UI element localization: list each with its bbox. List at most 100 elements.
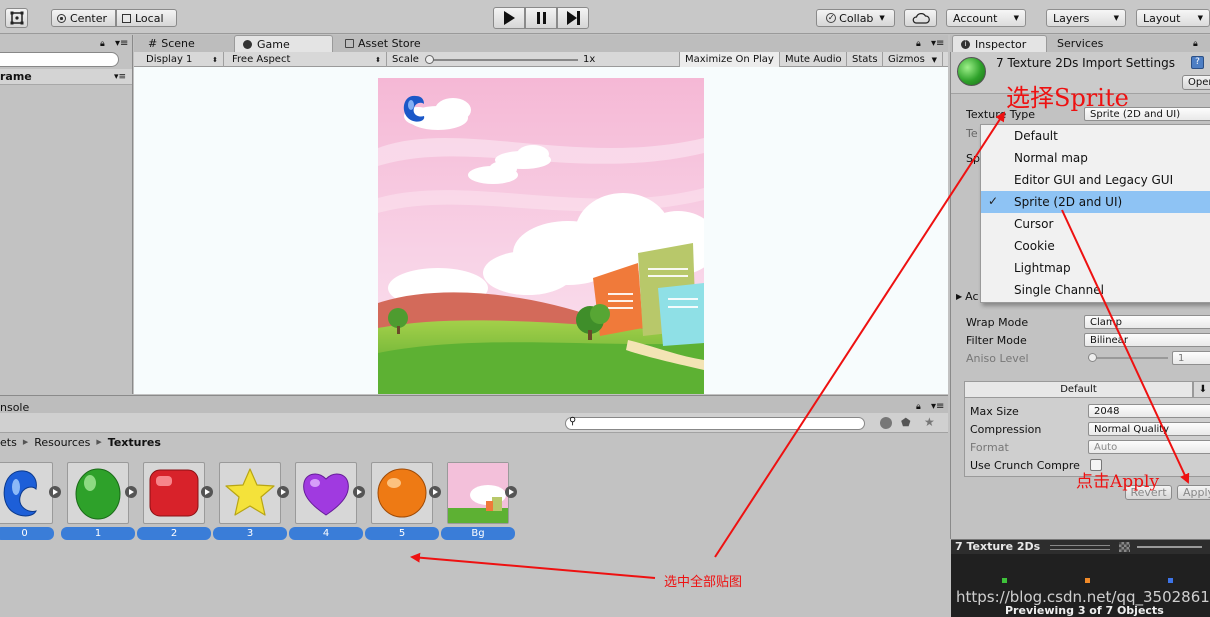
maximize-on-play-toggle[interactable]: Maximize On Play xyxy=(679,52,780,67)
layout-dropdown[interactable]: Layout ▼ xyxy=(1136,9,1210,27)
filter-by-type-icon[interactable] xyxy=(880,417,892,429)
aniso-level-input[interactable]: 1 xyxy=(1172,351,1210,365)
favorites-star-icon[interactable]: ★ xyxy=(924,415,935,429)
texture-shape-label-partial: Te xyxy=(966,127,978,140)
display-dropdown[interactable]: Display 1 ⬍ xyxy=(141,52,224,67)
account-dropdown[interactable]: Account ▼ xyxy=(946,9,1026,27)
checker-background-icon[interactable] xyxy=(1119,542,1130,552)
advanced-foldout[interactable]: ▶ Ac xyxy=(956,290,979,303)
menu-item-lightmap[interactable]: Lightmap xyxy=(981,257,1210,279)
scene-lock-icon[interactable]: 🔒︎ xyxy=(916,39,921,49)
asset-tile-2[interactable] xyxy=(143,462,205,524)
tab-services[interactable]: Services xyxy=(1057,37,1103,50)
menu-item-cursor[interactable]: Cursor xyxy=(981,213,1210,235)
gizmos-dropdown[interactable]: Gizmos ▼ xyxy=(883,52,943,67)
aspect-dropdown[interactable]: Free Aspect ⬍ xyxy=(227,52,387,67)
step-button[interactable] xyxy=(557,7,589,29)
local-label: Local xyxy=(135,11,164,25)
collab-dropdown[interactable]: ✓ Collab ▼ xyxy=(816,9,895,27)
aniso-level-slider[interactable] xyxy=(1088,357,1168,359)
layers-dropdown[interactable]: Layers ▼ xyxy=(1046,9,1126,27)
asset-tile-1[interactable] xyxy=(67,462,129,524)
asset-tile-3[interactable] xyxy=(219,462,281,524)
breadcrumb-assets[interactable]: ets xyxy=(0,436,17,449)
stats-toggle[interactable]: Stats xyxy=(847,52,883,67)
scale-slider[interactable] xyxy=(428,59,578,61)
tab-game[interactable]: Game xyxy=(234,35,333,52)
filter-by-label-icon[interactable]: ⬟ xyxy=(901,416,911,429)
collab-check-icon: ✓ xyxy=(826,13,837,23)
asset-label-4[interactable]: 4 xyxy=(289,527,363,540)
menu-item-normal-map[interactable]: Normal map xyxy=(981,147,1210,169)
menu-item-cookie[interactable]: Cookie xyxy=(981,235,1210,257)
wrap-mode-dropdown[interactable]: Clamp xyxy=(1084,315,1210,329)
layout-label: Layout xyxy=(1143,11,1181,25)
menu-item-single-channel[interactable]: Single Channel xyxy=(981,279,1210,301)
asset-tile-4[interactable] xyxy=(295,462,357,524)
project-lock-icon[interactable]: 🔒︎ xyxy=(916,402,921,412)
open-button[interactable]: Open xyxy=(1182,75,1210,90)
asset-label-3[interactable]: 3 xyxy=(213,527,287,540)
advanced-label-partial: Ac xyxy=(965,290,979,303)
tab-scene[interactable]: # Scene xyxy=(140,35,232,52)
tab-asset-store[interactable]: Asset Store xyxy=(337,35,447,52)
breadcrumb-textures[interactable]: Textures xyxy=(108,436,161,449)
compression-dropdown[interactable]: Normal Quality xyxy=(1088,422,1210,436)
asset-label-0[interactable]: 0 xyxy=(0,527,54,540)
asset-label-2[interactable]: 2 xyxy=(137,527,211,540)
inspector-lock-icon[interactable]: 🔒︎ xyxy=(1193,39,1198,49)
compression-value: Normal Quality xyxy=(1094,423,1170,435)
tab-asset-store-label: Asset Store xyxy=(358,37,421,50)
asset-expand-arrow-icon[interactable] xyxy=(201,486,213,498)
asset-label-5[interactable]: 5 xyxy=(365,527,439,540)
grid-icon: # xyxy=(148,37,158,50)
cloud-button[interactable] xyxy=(904,9,937,27)
asset-label-bg[interactable]: Bg xyxy=(441,527,515,540)
filter-mode-dropdown[interactable]: Bilinear xyxy=(1084,333,1210,347)
asset-expand-arrow-icon[interactable] xyxy=(429,486,441,498)
asset-tile-5[interactable] xyxy=(371,462,433,524)
menu-item-sprite[interactable]: Sprite (2D and UI) xyxy=(981,191,1210,213)
hierarchy-scene-row[interactable]: rame ▾≡ xyxy=(0,69,132,85)
max-size-dropdown[interactable]: 2048 xyxy=(1088,404,1210,418)
pivot-center-button[interactable]: Center xyxy=(51,9,116,27)
project-menu-icon[interactable]: ▾≡ xyxy=(931,401,944,412)
pivot-local-button[interactable]: Local xyxy=(116,9,177,27)
asset-expand-arrow-icon[interactable] xyxy=(353,486,365,498)
aniso-level-slider-thumb[interactable] xyxy=(1088,353,1097,362)
asset-label-1[interactable]: 1 xyxy=(61,527,135,540)
asset-expand-arrow-icon[interactable] xyxy=(49,486,61,498)
project-search-input[interactable]: ⚲ xyxy=(565,416,865,430)
mute-audio-toggle[interactable]: Mute Audio xyxy=(780,52,847,67)
pause-button[interactable] xyxy=(525,7,557,29)
asset-expand-arrow-icon[interactable] xyxy=(505,486,517,498)
row-menu-icon[interactable]: ▾≡ xyxy=(114,72,126,82)
asset-tile-0[interactable] xyxy=(0,462,53,524)
format-dropdown[interactable]: Auto xyxy=(1088,440,1210,454)
preview-mip-slider[interactable] xyxy=(1137,546,1202,548)
platform-tab-default[interactable]: Default xyxy=(964,381,1193,398)
texture-asset-icon xyxy=(957,57,986,86)
asset-expand-arrow-icon[interactable] xyxy=(125,486,137,498)
help-book-icon[interactable]: ? xyxy=(1191,56,1204,69)
menu-item-default[interactable]: Default xyxy=(981,125,1210,147)
hierarchy-search-input[interactable] xyxy=(0,52,119,67)
menu-item-editor-gui[interactable]: Editor GUI and Legacy GUI xyxy=(981,169,1210,191)
hierarchy-lock-icon[interactable]: 🔒︎ xyxy=(100,39,105,49)
tab-inspector[interactable]: i Inspector xyxy=(952,35,1047,52)
mute-label: Mute Audio xyxy=(785,54,842,65)
transform-tool-button[interactable] xyxy=(5,8,28,28)
asset-tile-bg[interactable] xyxy=(447,462,509,524)
search-icon: ⚲ xyxy=(569,416,577,427)
breadcrumb-resources[interactable]: Resources xyxy=(34,436,90,449)
play-button[interactable] xyxy=(493,7,525,29)
filter-mode-value: Bilinear xyxy=(1090,334,1128,346)
platform-tab-download-icon[interactable]: ⬇ xyxy=(1193,381,1210,398)
scale-slider-thumb[interactable] xyxy=(425,55,434,64)
account-label: Account xyxy=(953,11,998,25)
scene-menu-icon[interactable]: ▾≡ xyxy=(931,38,944,49)
hierarchy-menu-icon[interactable]: ▾≡ xyxy=(115,38,128,49)
green-candy-icon xyxy=(75,468,121,520)
apply-button[interactable]: Apply xyxy=(1177,485,1210,500)
asset-expand-arrow-icon[interactable] xyxy=(277,486,289,498)
